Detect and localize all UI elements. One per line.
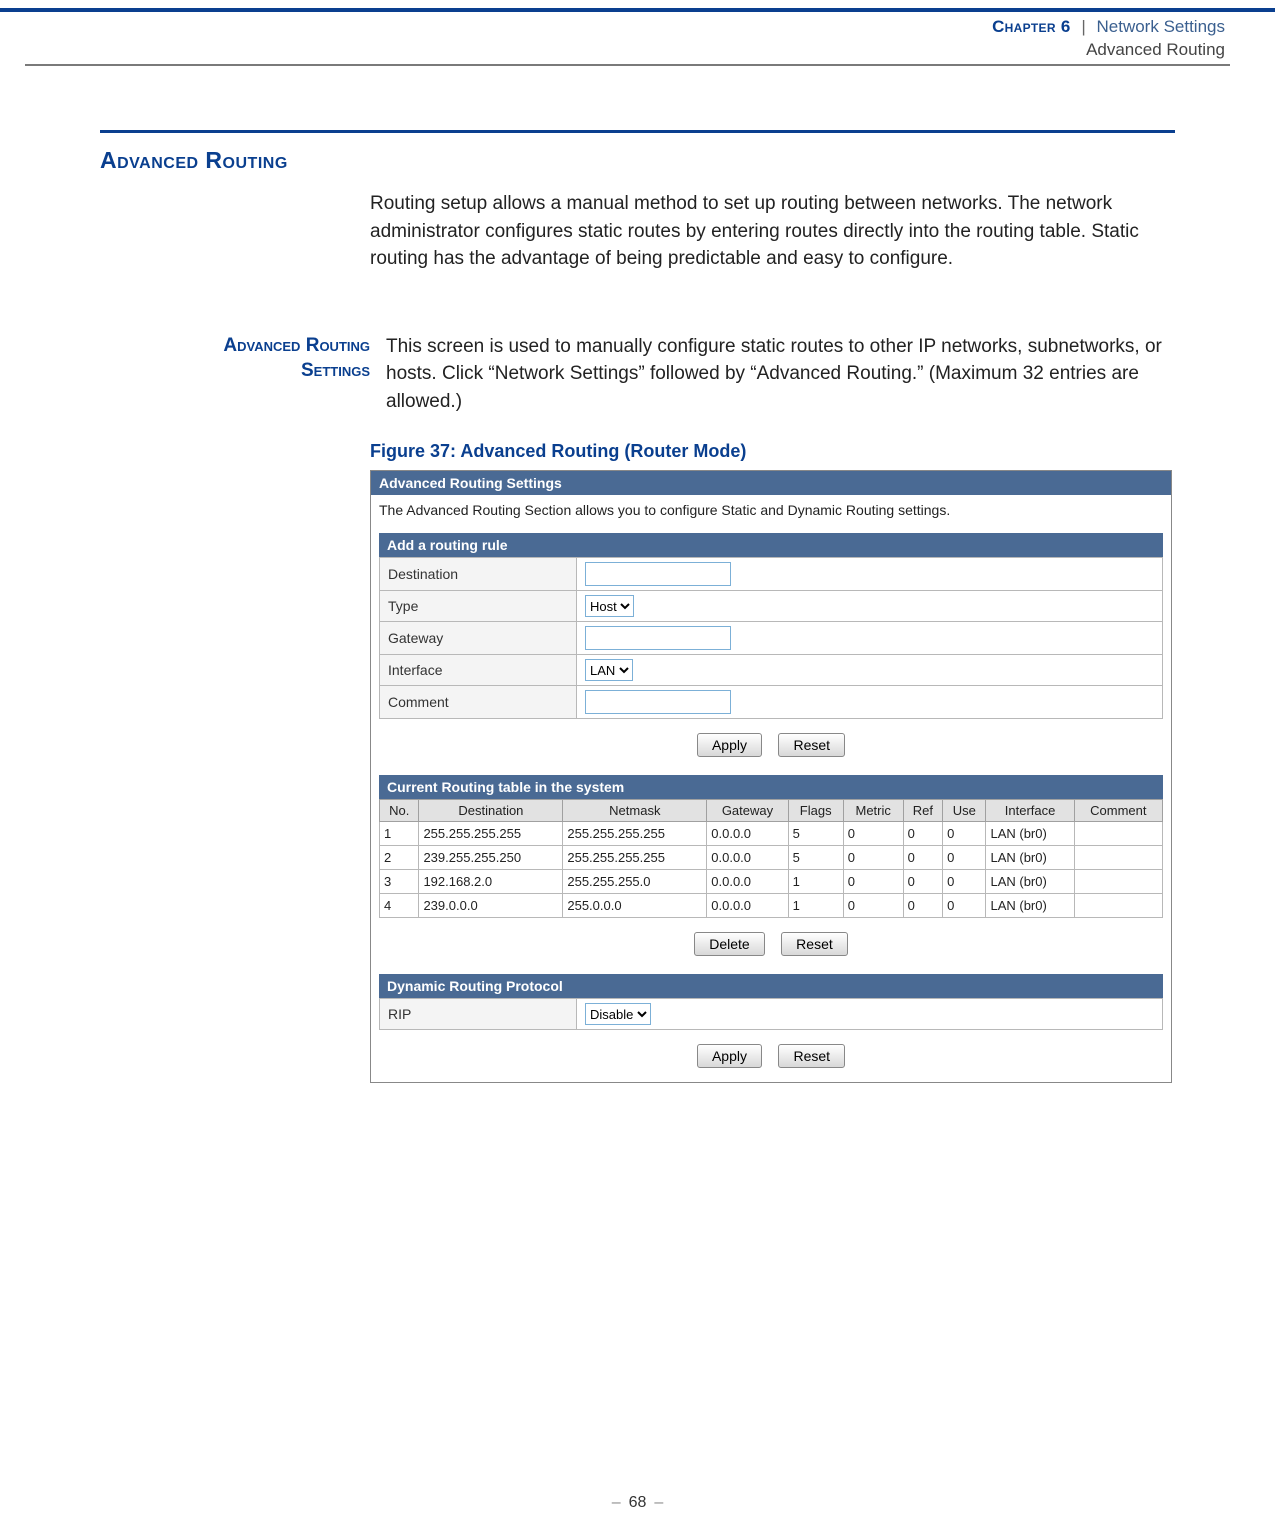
apply-button-2[interactable]: Apply [697,1044,762,1068]
cell-comment [1074,894,1162,918]
cell-ref: 0 [903,822,942,846]
cell-iface: LAN (br0) [986,894,1074,918]
subsection-paragraph: This screen is used to manually configur… [386,333,1175,416]
interface-select[interactable]: LAN [585,659,633,681]
label-type: Type [380,591,577,622]
delete-button[interactable]: Delete [694,932,764,956]
table-row: 2239.255.255.250255.255.255.2550.0.0.050… [380,846,1163,870]
panel-routing-table: Current Routing table in the system [379,775,1163,799]
cell-gw: 0.0.0.0 [707,870,788,894]
comment-input[interactable] [585,690,731,714]
cell-iface: LAN (br0) [986,822,1074,846]
header-divider [25,64,1230,66]
cell-metric: 0 [843,894,903,918]
panel-dynamic-routing: Dynamic Routing Protocol [379,974,1163,998]
header-breadcrumb: Advanced Routing [1086,40,1225,59]
intro-paragraph: Routing setup allows a manual method to … [370,190,1175,273]
cell-mask: 255.255.255.255 [563,846,707,870]
label-rip: RIP [380,999,577,1030]
cell-dest: 255.255.255.255 [419,822,563,846]
cell-flags: 5 [788,822,843,846]
cell-metric: 0 [843,822,903,846]
section-rule [100,130,1175,133]
col-destination: Destination [419,800,563,822]
header-separator: | [1081,17,1085,36]
cell-no: 1 [380,822,419,846]
table-row: 3192.168.2.0255.255.255.00.0.0.01000LAN … [380,870,1163,894]
page-number: 68 [629,1494,647,1511]
col-ref: Ref [903,800,942,822]
cell-ref: 0 [903,894,942,918]
reset-button-2[interactable]: Reset [781,932,848,956]
col-gateway: Gateway [707,800,788,822]
col-no: No. [380,800,419,822]
cell-ref: 0 [903,870,942,894]
cell-comment [1074,846,1162,870]
add-rule-form: Destination Type Host Gateway Interface … [379,557,1163,719]
cell-comment [1074,870,1162,894]
cell-metric: 0 [843,870,903,894]
col-use: Use [943,800,986,822]
label-interface: Interface [380,655,577,686]
section-title: Advanced Routing [100,147,1175,174]
cell-mask: 255.0.0.0 [563,894,707,918]
label-destination: Destination [380,558,577,591]
col-netmask: Netmask [563,800,707,822]
cell-flags: 5 [788,846,843,870]
cell-gw: 0.0.0.0 [707,822,788,846]
panel-description: The Advanced Routing Section allows you … [371,495,1171,533]
subsection-label-line1: Advanced Routing [223,335,370,356]
cell-comment [1074,822,1162,846]
col-flags: Flags [788,800,843,822]
chapter-label: Chapter 6 [992,17,1071,36]
type-select[interactable]: Host [585,595,634,617]
cell-mask: 255.255.255.0 [563,870,707,894]
gateway-input[interactable] [585,626,731,650]
label-gateway: Gateway [380,622,577,655]
cell-use: 0 [943,822,986,846]
figure-caption: Figure 37: Advanced Routing (Router Mode… [370,441,1175,462]
subsection-label-line2: Settings [301,360,370,381]
router-screenshot: Advanced Routing Settings The Advanced R… [370,470,1172,1083]
cell-no: 3 [380,870,419,894]
cell-mask: 255.255.255.255 [563,822,707,846]
reset-button-3[interactable]: Reset [778,1044,845,1068]
cell-use: 0 [943,870,986,894]
cell-dest: 192.168.2.0 [419,870,563,894]
cell-use: 0 [943,894,986,918]
cell-flags: 1 [788,870,843,894]
rip-select[interactable]: Disable [585,1003,651,1025]
dynamic-form: RIP Disable [379,998,1163,1030]
routing-table: No. Destination Netmask Gateway Flags Me… [379,799,1163,918]
cell-flags: 1 [788,894,843,918]
top-rule-bar [0,8,1275,12]
table-row: 4239.0.0.0255.0.0.00.0.0.01000LAN (br0) [380,894,1163,918]
col-comment: Comment [1074,800,1162,822]
header-section: Network Settings [1097,17,1226,36]
col-interface: Interface [986,800,1074,822]
panel-add-rule: Add a routing rule [379,533,1163,557]
cell-metric: 0 [843,846,903,870]
cell-dest: 239.0.0.0 [419,894,563,918]
cell-iface: LAN (br0) [986,846,1074,870]
table-row: 1255.255.255.255255.255.255.2550.0.0.050… [380,822,1163,846]
destination-input[interactable] [585,562,731,586]
label-comment: Comment [380,686,577,719]
cell-iface: LAN (br0) [986,870,1074,894]
cell-gw: 0.0.0.0 [707,894,788,918]
subsection-label: Advanced Routing Settings [100,333,386,416]
cell-no: 4 [380,894,419,918]
col-metric: Metric [843,800,903,822]
running-header: Chapter 6 | Network Settings Advanced Ro… [0,16,1225,62]
cell-no: 2 [380,846,419,870]
cell-dest: 239.255.255.250 [419,846,563,870]
page-footer: –68– [0,1494,1275,1512]
reset-button[interactable]: Reset [778,733,845,757]
cell-ref: 0 [903,846,942,870]
apply-button[interactable]: Apply [697,733,762,757]
cell-use: 0 [943,846,986,870]
cell-gw: 0.0.0.0 [707,846,788,870]
panel-advanced-routing-settings: Advanced Routing Settings [371,471,1171,495]
